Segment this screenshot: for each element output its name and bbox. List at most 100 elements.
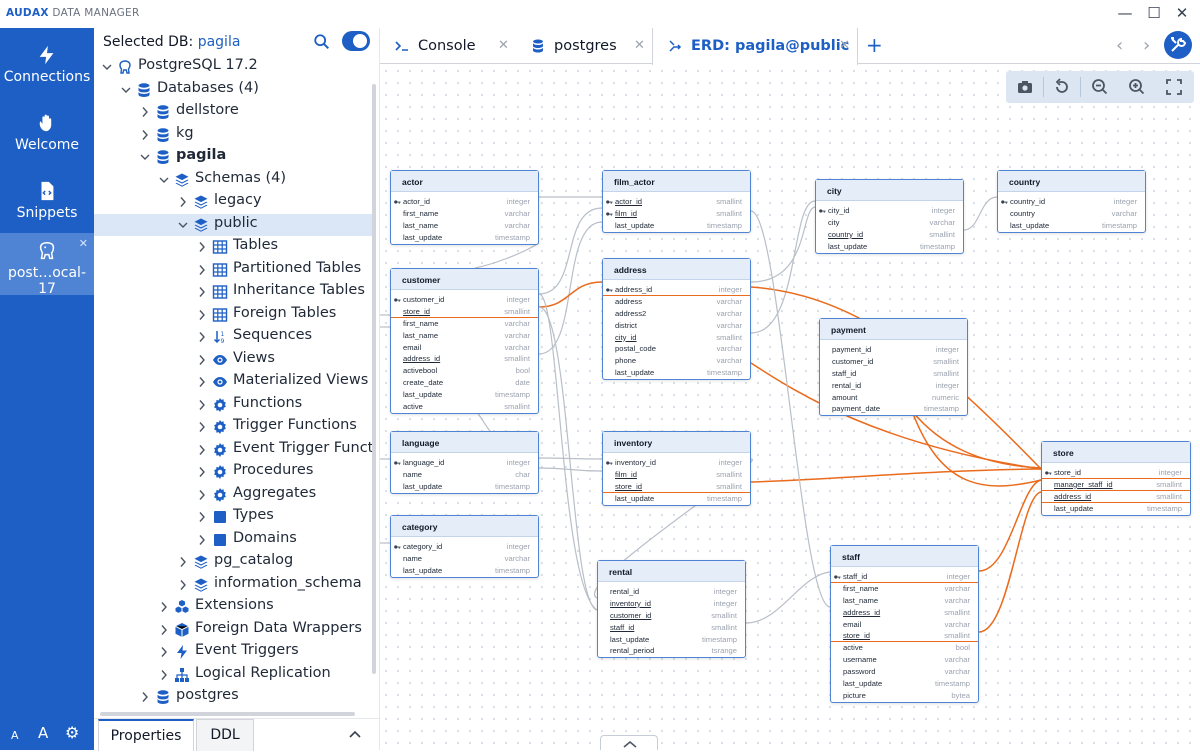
- tree-item[interactable]: Foreign Data Wrappers: [94, 619, 372, 642]
- tree-vertical-scrollbar[interactable]: [372, 84, 376, 674]
- tree-item[interactable]: Logical Replication: [94, 664, 372, 687]
- tree-item[interactable]: dellstore: [94, 101, 372, 124]
- tree-item[interactable]: information_schema: [94, 574, 372, 597]
- relationship-line[interactable]: [538, 457, 603, 460]
- tab-prev-button[interactable]: ‹: [1116, 35, 1123, 56]
- erd-table-staff[interactable]: staff staff_id integer first_name varchar las…: [830, 545, 979, 703]
- chevron-right-icon[interactable]: [197, 511, 207, 523]
- zoom-in-icon[interactable]: [1127, 77, 1147, 97]
- chevron-right-icon[interactable]: [197, 399, 207, 411]
- nav-active-connection[interactable]: ✕ post…ocal-17: [0, 233, 94, 297]
- chevron-right-icon[interactable]: [159, 601, 169, 613]
- relationship-line[interactable]: [538, 207, 603, 295]
- chevron-right-icon[interactable]: [178, 196, 188, 208]
- tree-item[interactable]: postgres: [94, 686, 372, 709]
- relationship-line[interactable]: [750, 206, 816, 283]
- close-tab-icon[interactable]: ✕: [634, 28, 645, 64]
- tree-item[interactable]: Materialized Views: [94, 371, 372, 394]
- tree-item[interactable]: PostgreSQL 17.2: [94, 56, 372, 79]
- erd-table-city[interactable]: city city_id integer city varchar country_id s…: [815, 179, 964, 254]
- chevron-right-icon[interactable]: [140, 129, 150, 141]
- tree-item[interactable]: Partitioned Tables: [94, 259, 372, 282]
- relationship-line[interactable]: [750, 200, 816, 334]
- erd-table-category[interactable]: category category_id integer name varchar las…: [390, 515, 539, 578]
- relationship-line[interactable]: [978, 479, 1042, 572]
- relationship-line[interactable]: [538, 293, 598, 611]
- chevron-right-icon[interactable]: [178, 556, 188, 568]
- close-window-button[interactable]: ✕: [1171, 3, 1193, 23]
- tree-item[interactable]: Types: [94, 506, 372, 529]
- tree-horizontal-scrollbar[interactable]: [100, 712, 355, 716]
- tab-postgres[interactable]: postgres ✕: [516, 28, 652, 64]
- erd-table-rental[interactable]: rental rental_id integer inventory_id intege…: [597, 560, 746, 659]
- chevron-right-icon[interactable]: [197, 241, 207, 253]
- db-toggle[interactable]: [342, 31, 370, 51]
- reset-icon[interactable]: [1052, 77, 1072, 97]
- maximize-button[interactable]: ☐: [1143, 3, 1165, 23]
- erd-table-address[interactable]: address address_id integer address varchar ad…: [602, 258, 751, 381]
- close-tab-icon[interactable]: ✕: [498, 28, 509, 64]
- chevron-right-icon[interactable]: [197, 331, 207, 343]
- relationship-line[interactable]: [538, 221, 603, 355]
- tools-button[interactable]: [1164, 31, 1192, 59]
- tab-console[interactable]: Console ✕: [380, 28, 516, 64]
- tree-item[interactable]: pg_catalog: [94, 551, 372, 574]
- chevron-down-icon[interactable]: [178, 219, 188, 231]
- erd-table-store[interactable]: store store_id integer manager_staff_id smal…: [1041, 441, 1191, 516]
- erd-table-film-actor[interactable]: film_actor actor_id smallint film_id smallin…: [602, 170, 751, 233]
- close-connection-icon[interactable]: ✕: [79, 237, 88, 250]
- chevron-down-icon[interactable]: [102, 61, 112, 73]
- chevron-right-icon[interactable]: [197, 444, 207, 456]
- fit-screen-icon[interactable]: [1164, 77, 1184, 97]
- search-icon[interactable]: [313, 33, 331, 51]
- tree-item[interactable]: pagila: [94, 146, 372, 169]
- chevron-right-icon[interactable]: [140, 106, 150, 118]
- erd-table-payment[interactable]: payment payment_id integer customer_id small…: [819, 318, 968, 417]
- nav-welcome[interactable]: Welcome: [0, 102, 94, 170]
- chevron-right-icon[interactable]: [197, 376, 207, 388]
- chevron-right-icon[interactable]: [178, 579, 188, 591]
- erd-canvas[interactable]: actor actor_id integer first_name varchar las…: [380, 65, 1200, 750]
- tree-item[interactable]: kg: [94, 124, 372, 147]
- nav-connections[interactable]: Connections: [0, 34, 94, 102]
- tree-item[interactable]: Procedures: [94, 461, 372, 484]
- relationship-line[interactable]: [963, 196, 998, 231]
- camera-icon[interactable]: [1015, 77, 1035, 97]
- tree-item[interactable]: Views: [94, 349, 372, 372]
- chevron-down-icon[interactable]: [121, 84, 131, 96]
- tree-item[interactable]: Inheritance Tables: [94, 281, 372, 304]
- erd-table-language[interactable]: language language_id integer name char last_u…: [390, 431, 539, 494]
- erd-table-country[interactable]: country country_id integer country varchar la…: [997, 170, 1146, 233]
- tree-item[interactable]: Foreign Tables: [94, 304, 372, 327]
- tree-item[interactable]: Event Triggers: [94, 641, 372, 664]
- relationship-line[interactable]: [474, 242, 540, 269]
- tree-item[interactable]: 1 9 Sequences: [94, 326, 372, 349]
- erd-table-customer[interactable]: customer customer_id integer store_id smalli…: [390, 268, 539, 414]
- settings-button[interactable]: ⚙: [65, 723, 79, 742]
- chevron-right-icon[interactable]: [197, 286, 207, 298]
- font-decrease-button[interactable]: A: [11, 729, 19, 742]
- erd-table-actor[interactable]: actor actor_id integer first_name varchar las…: [390, 170, 539, 245]
- chevron-right-icon[interactable]: [140, 691, 150, 703]
- tab-ddl[interactable]: DDL: [196, 719, 254, 751]
- chevron-right-icon[interactable]: [197, 489, 207, 501]
- chevron-right-icon[interactable]: [159, 669, 169, 681]
- chevron-right-icon[interactable]: [197, 309, 207, 321]
- relationship-line[interactable]: [750, 468, 1042, 483]
- chevron-right-icon[interactable]: [159, 624, 169, 636]
- tab-next-button[interactable]: ›: [1143, 35, 1150, 56]
- chevron-right-icon[interactable]: [197, 466, 207, 478]
- chevron-right-icon[interactable]: [197, 534, 207, 546]
- tree-item[interactable]: Event Trigger Functions: [94, 439, 372, 462]
- tree-item[interactable]: Extensions: [94, 596, 372, 619]
- font-increase-button[interactable]: A: [38, 724, 48, 742]
- tree-item[interactable]: Tables: [94, 236, 372, 259]
- chevron-right-icon[interactable]: [159, 646, 169, 658]
- tree-item[interactable]: Functions: [94, 394, 372, 417]
- tree-item[interactable]: Domains: [94, 529, 372, 552]
- chevron-right-icon[interactable]: [197, 354, 207, 366]
- close-tab-icon[interactable]: ✕: [839, 28, 850, 64]
- chevron-down-icon[interactable]: [140, 151, 150, 163]
- add-tab-button[interactable]: +: [866, 33, 883, 57]
- tree-item[interactable]: Aggregates: [94, 484, 372, 507]
